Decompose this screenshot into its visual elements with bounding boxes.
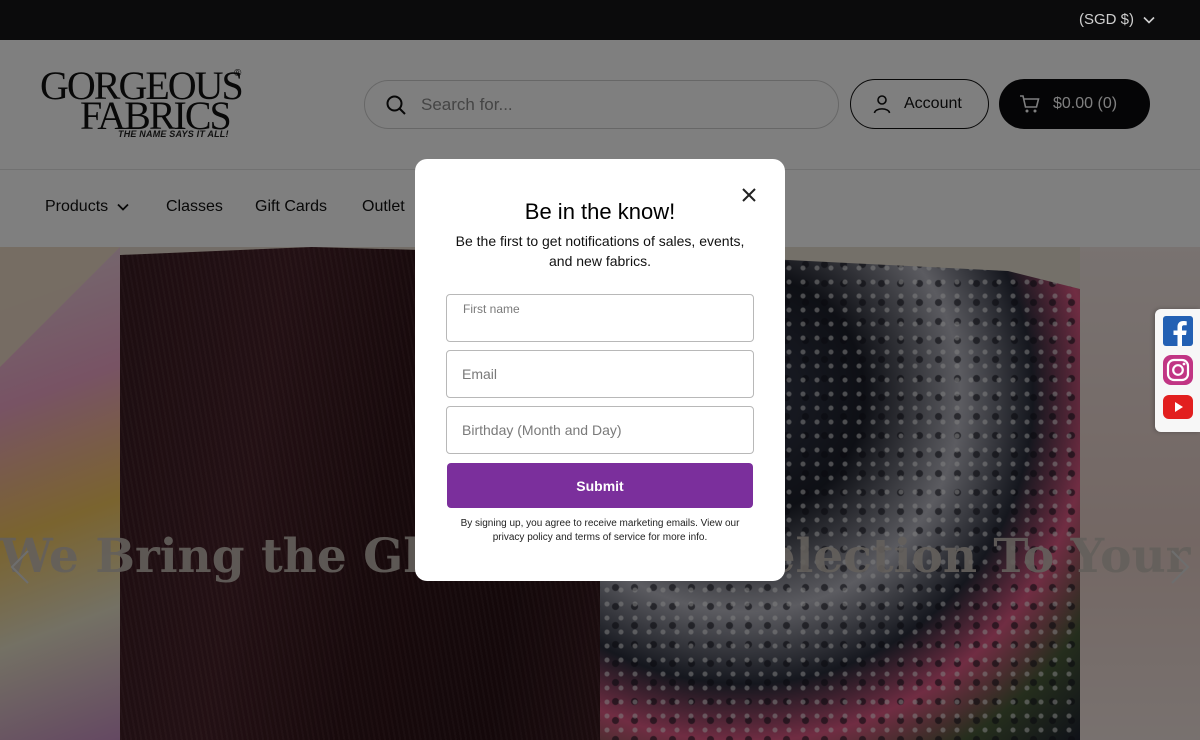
first-name-field[interactable]: First name: [446, 294, 754, 342]
youtube-icon[interactable]: [1163, 395, 1193, 419]
social-sidebar: [1155, 309, 1200, 432]
newsletter-modal: Be in the know! Be the first to get noti…: [415, 159, 785, 581]
email-field[interactable]: [446, 350, 754, 398]
legal-text: By signing up, you agree to receive mark…: [460, 518, 740, 543]
modal-subtitle: Be the first to get notifications of sal…: [455, 233, 745, 269]
currency-label: (SGD $): [1078, 11, 1134, 28]
first-name-input[interactable]: [462, 309, 742, 339]
submit-button[interactable]: Submit: [447, 463, 753, 508]
top-bar: (SGD $): [0, 0, 1200, 40]
email-input[interactable]: [462, 351, 742, 397]
chevron-down-icon: [1143, 16, 1155, 24]
currency-selector[interactable]: (SGD $): [1079, 11, 1156, 28]
instagram-icon[interactable]: [1163, 355, 1193, 385]
modal-title: Be in the know!: [524, 199, 676, 224]
facebook-icon[interactable]: [1163, 316, 1193, 346]
birthday-field[interactable]: [446, 406, 754, 454]
birthday-input[interactable]: [462, 407, 742, 453]
